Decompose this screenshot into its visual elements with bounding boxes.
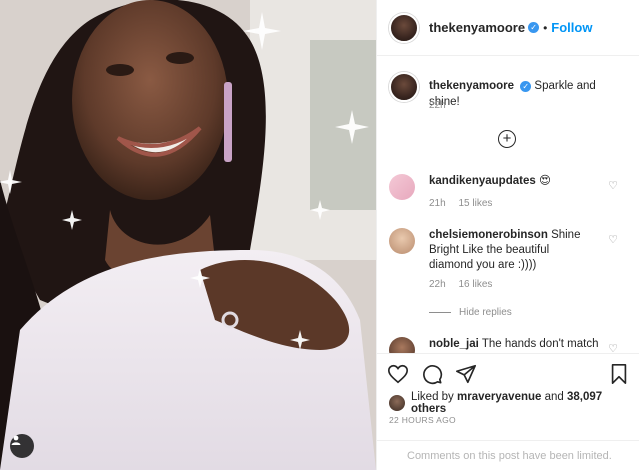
comment-username[interactable]: chelsiemonerobinson — [429, 229, 548, 241]
comment-avatar[interactable] — [389, 337, 415, 353]
post-timestamp[interactable]: 22 HOURS AGO — [389, 415, 456, 425]
user-tag-icon — [11, 435, 21, 445]
post-header: thekenyamoore ✓ • Follow — [377, 0, 639, 56]
comment-likes[interactable]: 15 likes — [458, 198, 492, 209]
comment-meta: 22h 16 likes — [429, 279, 502, 290]
comment-item: chelsiemonerobinson Shine Bright Like th… — [389, 228, 629, 273]
action-icons-row — [387, 363, 630, 387]
comment-text-block: noble_jai The hands don't match — [429, 337, 599, 353]
likes-summary: Liked by mraveryavenue and 38,097 others — [389, 391, 639, 415]
comment-icon[interactable] — [421, 363, 443, 385]
small-heart-icon[interactable]: ♡ — [608, 342, 618, 353]
likes-middle: and — [544, 391, 564, 403]
comments-list[interactable]: thekenyamoore ✓ Sparkle and shine! 22h +… — [377, 57, 639, 353]
comment-time: 22h — [429, 279, 446, 290]
comment-text: The hands don't match — [481, 338, 599, 350]
author-username[interactable]: thekenyamoore — [429, 20, 525, 35]
portrait-image — [0, 0, 376, 470]
comment-likes[interactable]: 16 likes — [458, 279, 492, 290]
likes-text: Liked by mraveryavenue and 38,097 others — [411, 391, 639, 415]
verified-icon: ✓ — [528, 22, 540, 33]
comment-time: 21h — [429, 198, 446, 209]
comment-text-block: kandikenyaupdates 😍 — [429, 174, 599, 200]
caption-time: 22h — [429, 100, 446, 111]
caption-text-block: thekenyamoore ✓ Sparkle and shine! — [429, 78, 629, 110]
comment-item: noble_jai The hands don't match — [389, 337, 629, 353]
user-tag-button[interactable] — [10, 434, 34, 458]
small-heart-icon[interactable]: ♡ — [608, 179, 618, 192]
separator-dot: • — [543, 20, 548, 35]
share-icon[interactable] — [455, 363, 477, 385]
hide-replies-label: Hide replies — [459, 307, 512, 318]
caption-username[interactable]: thekenyamoore — [429, 80, 514, 92]
comment-text: 😍 — [538, 175, 551, 187]
post-side-panel: thekenyamoore ✓ • Follow thekenyamoore ✓… — [376, 0, 639, 470]
comment-username[interactable]: noble_jai — [429, 338, 479, 350]
post-caption: thekenyamoore ✓ Sparkle and shine! — [389, 72, 629, 110]
liker-avatar[interactable] — [389, 395, 405, 411]
caption-verified-icon: ✓ — [520, 81, 532, 92]
follow-button[interactable]: Follow — [551, 20, 592, 35]
comment-username[interactable]: kandikenyaupdates — [429, 175, 536, 187]
comment-item: kandikenyaupdates 😍 — [389, 174, 629, 200]
hide-replies-button[interactable]: Hide replies — [429, 307, 512, 318]
post-actions: Liked by mraveryavenue and 38,097 others… — [377, 353, 639, 470]
load-more-comments-button[interactable]: + — [498, 130, 516, 148]
post-photo[interactable] — [0, 0, 376, 470]
heart-icon[interactable] — [387, 363, 409, 385]
comment-avatar[interactable] — [389, 228, 415, 254]
caption-author-avatar[interactable] — [389, 72, 419, 102]
author-avatar[interactable] — [389, 12, 419, 43]
likes-prefix: Liked by — [410, 391, 454, 403]
comment-avatar[interactable] — [389, 174, 415, 200]
comment-text-block: chelsiemonerobinson Shine Bright Like th… — [429, 228, 594, 273]
comments-limited-notice: Comments on this post have been limited. — [377, 440, 639, 470]
replies-divider — [429, 312, 451, 313]
comment-meta: 21h 15 likes — [429, 198, 502, 209]
small-heart-icon[interactable]: ♡ — [608, 233, 618, 246]
liker-username[interactable]: mraveryavenue — [457, 391, 541, 403]
bookmark-icon[interactable] — [609, 363, 629, 385]
